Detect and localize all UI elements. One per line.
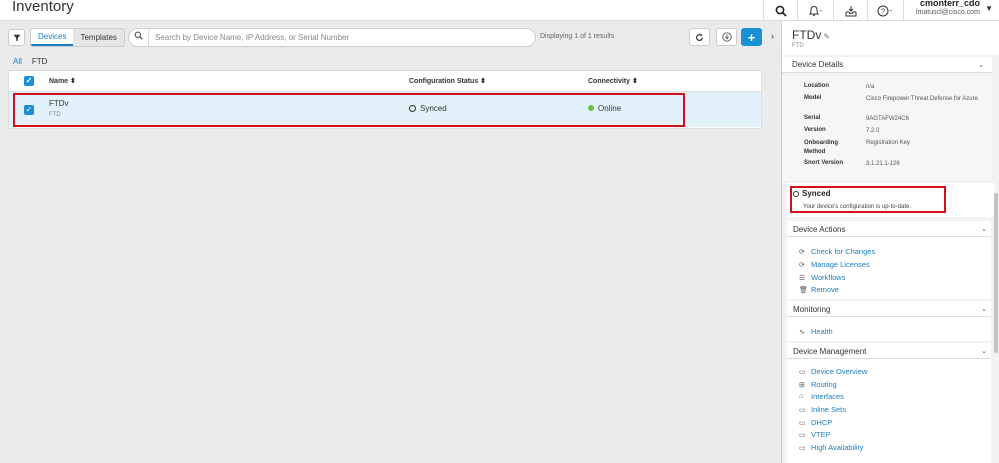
chevron-down-icon: ⌄ [981,306,987,313]
high-availability-link[interactable]: ▭ High Availability [799,443,863,452]
highlight-box-device-row [13,93,685,127]
column-header-connectivity[interactable]: Connectivity ⬍ [588,77,638,85]
device-overview-link[interactable]: ▭ Device Overview [799,367,867,376]
collapse-panel-chevron-icon[interactable]: › [771,31,774,41]
device-management-header[interactable]: Device Management ⌄ [787,343,991,359]
device-actions-section: Device Actions ⌄ ⟳ Check for Changes ⟳ Mana… [787,221,991,299]
refresh-icon: ⟳ [799,248,805,256]
routing-link[interactable]: ⊞ Routing [799,380,837,389]
device-detail-panel: FTDv ✎ FTD Device Details ⌄ Location n/a Mo… [781,21,999,463]
remove-link[interactable]: 🗑 Remove [799,285,839,294]
interfaces-icon: ⌂ [799,393,804,400]
highlight-box-sync-status [790,186,946,213]
device-details: Location n/a Model Cisco Firepower Threat … [782,75,992,181]
user-name: cmonterr_cdo [920,0,981,8]
panel-scrollbar[interactable] [994,193,998,353]
refresh-icon [696,33,703,41]
search-icon[interactable] [763,0,797,21]
help-icon[interactable]: ? [867,0,903,21]
download-icon [721,32,732,42]
chevron-down-icon: ⌄ [981,226,987,233]
list-icon: ☰ [799,274,806,282]
device-icon: ▭ [799,368,806,376]
device-template-toggle: Devices Templates [30,28,125,47]
results-count: Displaying 1 of 1 results [540,33,615,40]
interfaces-link[interactable]: ⌂ Interfaces [799,392,844,401]
routing-icon: ⊞ [799,381,805,389]
user-menu-chevron-icon: ▼ [985,4,993,13]
search-input[interactable] [149,33,529,42]
top-header: Inventory ? cmonterr_cdo lmatuscl@cisco.… [0,0,999,21]
vtep-icon: ▭ [799,431,806,439]
refresh-icon: ⟳ [799,261,805,269]
templates-toggle-button[interactable]: Templates [73,29,124,46]
notifications-bell-icon[interactable] [797,0,833,21]
user-menu[interactable]: cmonterr_cdo lmatuscl@cisco.com ▼ [903,0,999,21]
svg-text:?: ? [880,6,884,15]
chevron-down-icon: ⌄ [978,61,984,69]
add-device-button[interactable]: + [741,28,762,46]
inbox-tray-icon[interactable] [833,0,867,21]
check-for-changes-link[interactable]: ⟳ Check for Changes [799,247,875,256]
chevron-down-icon: ⌄ [981,348,987,355]
search-bar [128,28,536,47]
device-management-section: Device Management ⌄ ▭ Device Overview ⊞ Rou… [787,343,991,463]
edit-name-icon[interactable]: ✎ [823,32,830,41]
search-input-icon [129,29,149,46]
panel-device-title: FTDv ✎ [792,28,831,42]
inline-sets-link[interactable]: ▭ Inline Sets [799,405,846,414]
device-details-header[interactable]: Device Details ⌄ [782,57,992,73]
manage-licenses-link[interactable]: ⟳ Manage Licenses [799,260,870,269]
table-header: ✓ Name ⬍ Configuration Status ⬍ Connecti… [9,71,761,92]
vtep-link[interactable]: ▭ VTEP [799,430,831,439]
dhcp-link[interactable]: ▭ DHCP [799,418,832,427]
column-header-name[interactable]: Name ⬍ [49,77,76,85]
select-all-checkbox[interactable]: ✓ [24,76,34,86]
column-header-configuration-status[interactable]: Configuration Status ⬍ [409,77,486,85]
devices-toggle-button[interactable]: Devices [31,29,74,46]
header-icons: ? cmonterr_cdo lmatuscl@cisco.com ▼ [763,0,999,21]
refresh-button[interactable] [689,28,710,46]
filter-button[interactable] [8,29,25,46]
dhcp-icon: ▭ [799,419,806,427]
device-actions-header[interactable]: Device Actions ⌄ [787,221,991,237]
health-link[interactable]: ∿ Health [799,327,833,336]
pulse-icon: ∿ [799,328,805,336]
trash-icon: 🗑 [799,286,808,294]
high-availability-icon: ▭ [799,444,806,452]
user-email: lmatuscl@cisco.com [916,9,980,16]
filter-funnel-icon [13,34,20,41]
inline-sets-icon: ▭ [799,406,806,414]
page-title: Inventory [12,0,74,15]
download-button[interactable] [716,28,737,46]
monitoring-header[interactable]: Monitoring ⌄ [787,301,991,317]
workflows-link[interactable]: ☰ Workflows [799,273,845,282]
panel-device-type: FTD [792,43,804,49]
monitoring-section: Monitoring ⌄ ∿ Health [787,301,991,341]
